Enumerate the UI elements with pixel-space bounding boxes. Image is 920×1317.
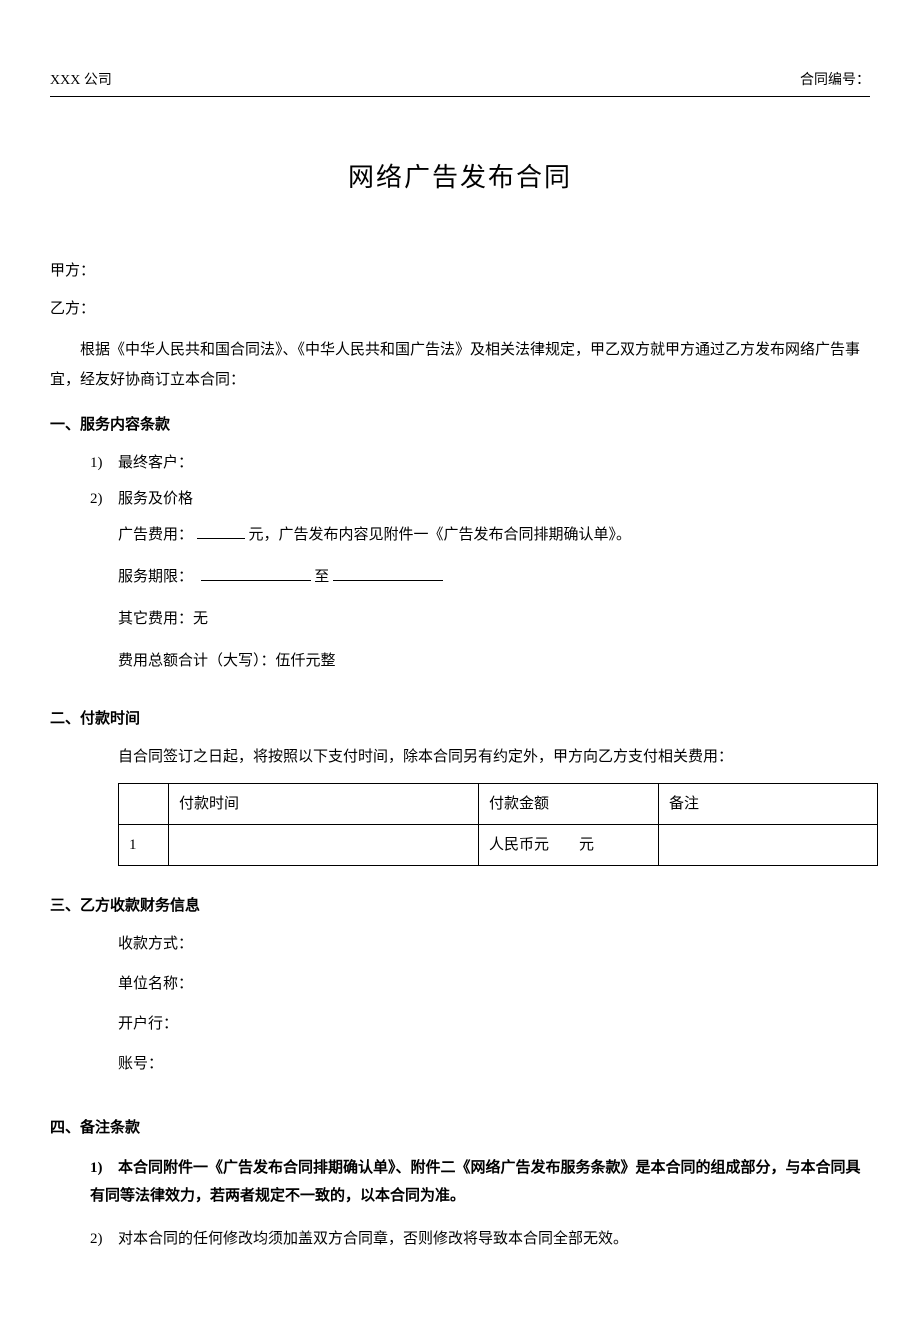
other-fee-line: 其它费用：无 — [118, 607, 870, 631]
s1-item-2: 2) 服务及价格 — [90, 487, 870, 511]
s1-item-1: 1) 最终客户： — [90, 451, 870, 475]
period-to-blank — [333, 566, 443, 581]
page-header: XXX 公司 合同编号： — [50, 70, 870, 97]
s2-intro: 自合同签订之日起，将按照以下支付时间，除本合同另有约定外，甲方向乙方支付相关费用… — [118, 745, 870, 769]
period-prefix: 服务期限： — [118, 569, 193, 585]
table-header-row: 付款时间 付款金额 备注 — [119, 783, 878, 824]
section-4-heading: 四、备注条款 — [50, 1116, 870, 1140]
td-index: 1 — [119, 824, 169, 865]
party-b-line: 乙方： — [50, 297, 870, 321]
s4-item-2: 2)对本合同的任何修改均须加盖双方合同章，否则修改将导致本合同全部无效。 — [90, 1225, 870, 1254]
company-name-line: 单位名称： — [118, 972, 870, 996]
fee-prefix: 广告费用： — [118, 527, 193, 543]
table-row: 1 人民币元 元 — [119, 824, 878, 865]
th-note: 备注 — [659, 783, 878, 824]
fee-suffix: 元，广告发布内容见附件一《广告发布合同排期确认单》。 — [249, 527, 632, 543]
s4-item-1: 1)本合同附件一《广告发布合同排期确认单》、附件二《网络广告发布服务条款》是本合… — [90, 1154, 870, 1211]
item-label: 最终客户： — [118, 451, 870, 475]
party-a-line: 甲方： — [50, 259, 870, 283]
ad-fee-line: 广告费用： 元，广告发布内容见附件一《广告发布合同排期确认单》。 — [118, 523, 870, 547]
item-label: 服务及价格 — [118, 487, 870, 511]
item-text: 本合同附件一《广告发布合同排期确认单》、附件二《网络广告发布服务条款》是本合同的… — [90, 1160, 861, 1205]
fee-blank — [197, 524, 245, 539]
th-index — [119, 783, 169, 824]
td-time — [169, 824, 479, 865]
th-time: 付款时间 — [169, 783, 479, 824]
td-note — [659, 824, 878, 865]
payment-table: 付款时间 付款金额 备注 1 人民币元 元 — [118, 783, 878, 866]
bank-line: 开户行： — [118, 1012, 870, 1036]
section-1-heading: 一、服务内容条款 — [50, 413, 870, 437]
th-amount: 付款金额 — [479, 783, 659, 824]
item-number: 1) — [90, 451, 118, 475]
document-title: 网络广告发布合同 — [50, 157, 870, 199]
payment-method-line: 收款方式： — [118, 932, 870, 956]
item-number: 1) — [90, 1154, 118, 1183]
item-number: 2) — [90, 487, 118, 511]
section-2-heading: 二、付款时间 — [50, 707, 870, 731]
account-line: 账号： — [118, 1052, 870, 1076]
company-name: XXX 公司 — [50, 70, 112, 92]
preamble-text: 根据《中华人民共和国合同法》、《中华人民共和国广告法》及相关法律规定，甲乙双方就… — [50, 335, 870, 395]
item-text: 对本合同的任何修改均须加盖双方合同章，否则修改将导致本合同全部无效。 — [118, 1231, 628, 1247]
contract-number-label: 合同编号： — [800, 70, 870, 92]
section-3-heading: 三、乙方收款财务信息 — [50, 894, 870, 918]
period-from-blank — [201, 566, 311, 581]
period-to: 至 — [314, 569, 329, 585]
item-number: 2) — [90, 1225, 118, 1254]
total-fee-line: 费用总额合计（大写）：伍仟元整 — [118, 649, 870, 673]
td-amount: 人民币元 元 — [479, 824, 659, 865]
service-period-line: 服务期限： 至 — [118, 565, 870, 589]
